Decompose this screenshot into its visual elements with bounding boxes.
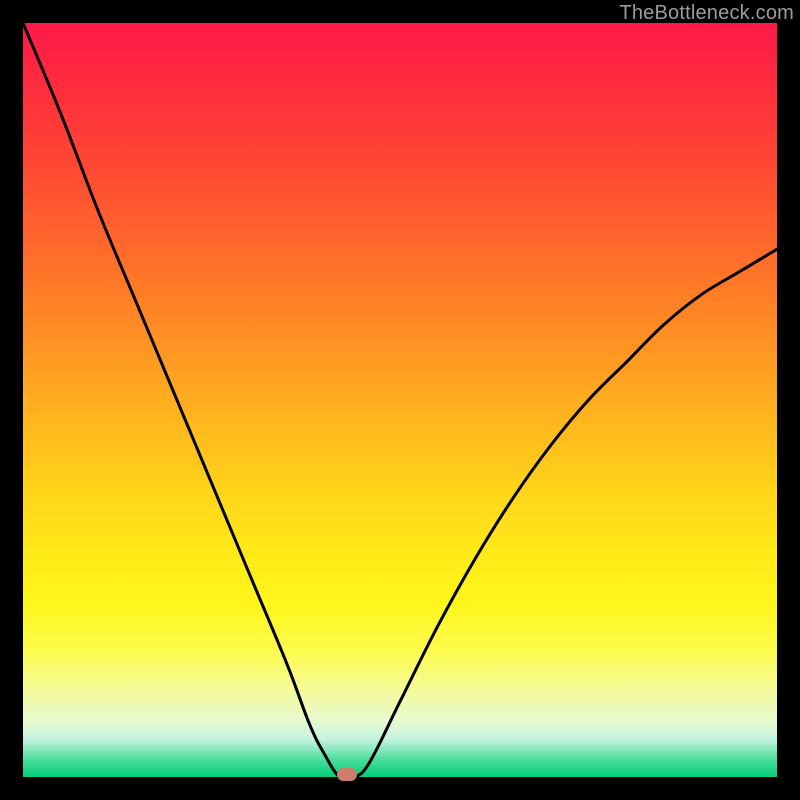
optimal-point-marker xyxy=(337,768,357,781)
chart-frame: TheBottleneck.com xyxy=(0,0,800,800)
plot-area xyxy=(23,23,777,777)
watermark-text: TheBottleneck.com xyxy=(619,2,794,25)
bottleneck-curve xyxy=(23,23,777,777)
